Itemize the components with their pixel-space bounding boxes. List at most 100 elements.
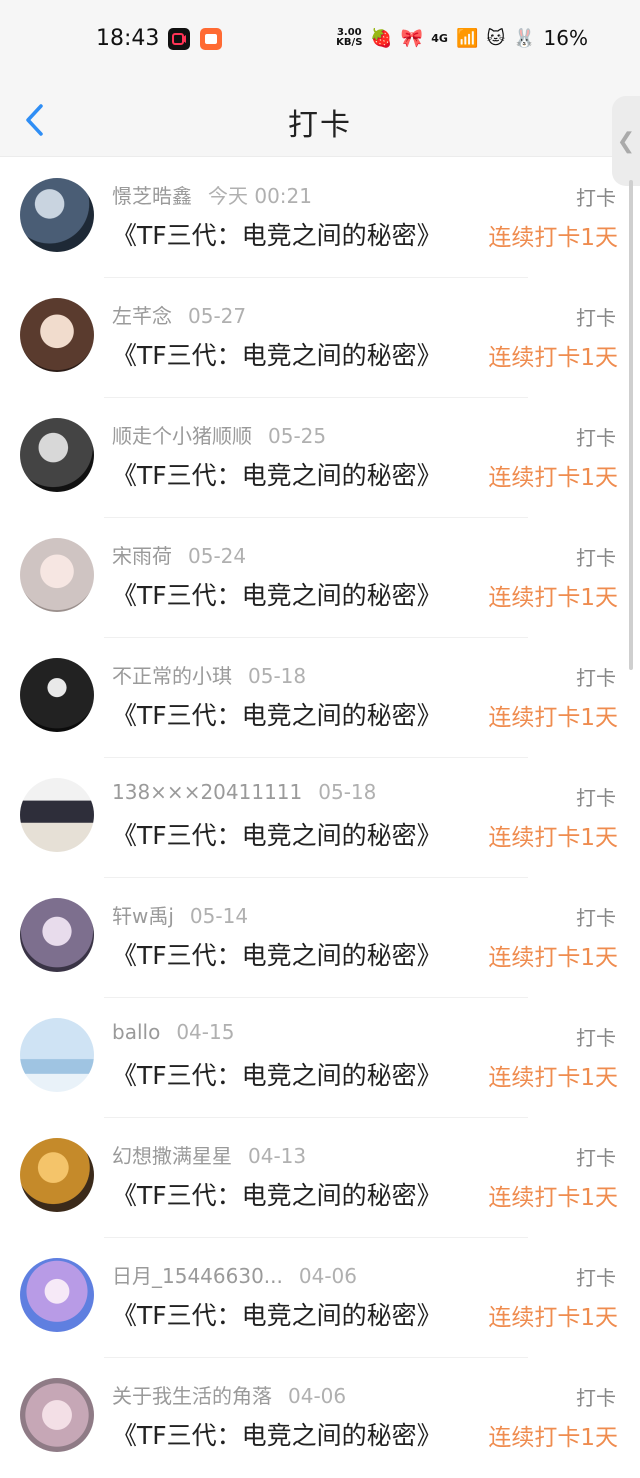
item-meta: ballo 04-15 (112, 1020, 234, 1044)
book-title[interactable]: 《TF三代：电竞之间的秘密》 (112, 336, 442, 372)
streak-label: 连续打卡1天 (488, 1185, 618, 1211)
streak-label: 连续打卡1天 (488, 465, 618, 491)
book-title[interactable]: 《TF三代：电竞之间的秘密》 (112, 456, 442, 492)
avatar[interactable] (20, 1138, 94, 1212)
checkin-date: 05-14 (189, 904, 249, 928)
checkin-tag: 打卡 (576, 1146, 616, 1170)
streak-label: 连续打卡1天 (488, 705, 618, 731)
checkin-date: 05-18 (248, 664, 307, 688)
item-meta: 宋雨荷 05-24 (112, 540, 246, 569)
streak-label: 连续打卡1天 (488, 945, 618, 971)
avatar[interactable] (20, 1018, 94, 1092)
item-meta: 138×××20411111 05-18 (112, 780, 376, 804)
signal-icon: 📶 (455, 27, 479, 49)
user-name[interactable]: 幻想撒满星星 (112, 1144, 232, 1168)
checkin-tag: 打卡 (576, 906, 616, 930)
user-name[interactable]: 轩w禹j (112, 904, 174, 928)
page-title: 打卡 (288, 108, 352, 143)
checkin-tag: 打卡 (576, 306, 616, 330)
book-title[interactable]: 《TF三代：电竞之间的秘密》 (112, 936, 442, 972)
list-item[interactable]: 关于我生活的角落 04-06 打卡 《TF三代：电竞之间的秘密》 连续打卡1天 (0, 1358, 640, 1478)
avatar[interactable] (20, 178, 94, 252)
user-name[interactable]: 憬芝晧鑫 (112, 184, 192, 208)
bow-icon: 🎀 (400, 27, 424, 49)
avatar[interactable] (20, 538, 94, 612)
list-item[interactable]: 138×××20411111 05-18 打卡 《TF三代：电竞之间的秘密》 连续… (0, 758, 640, 878)
book-title[interactable]: 《TF三代：电竞之间的秘密》 (112, 216, 442, 252)
book-title[interactable]: 《TF三代：电竞之间的秘密》 (112, 1056, 442, 1092)
streak-label: 连续打卡1天 (488, 825, 618, 851)
streak-label: 连续打卡1天 (488, 225, 618, 251)
user-name[interactable]: 138×××20411111 (112, 780, 302, 804)
checkin-date: 05-24 (188, 544, 247, 568)
book-title[interactable]: 《TF三代：电竞之间的秘密》 (112, 1416, 442, 1452)
battery-level: 16% (543, 26, 588, 50)
streak-label: 连续打卡1天 (488, 1305, 618, 1331)
list-item[interactable]: 幻想撒满星星 04-13 打卡 《TF三代：电竞之间的秘密》 连续打卡1天 (0, 1118, 640, 1238)
avatar[interactable] (20, 1378, 94, 1452)
checkin-tag: 打卡 (576, 1386, 616, 1410)
checkin-date: 05-25 (268, 424, 327, 448)
item-meta: 左芊念 05-27 (112, 300, 246, 329)
avatar[interactable] (20, 1258, 94, 1332)
list-item[interactable]: 日月_15446630... 04-06 打卡 《TF三代：电竞之间的秘密》 连续… (0, 1238, 640, 1358)
checkin-date: 04-06 (288, 1384, 347, 1408)
list-item[interactable]: 不正常的小琪 05-18 打卡 《TF三代：电竞之间的秘密》 连续打卡1天 (0, 638, 640, 758)
list-item[interactable]: 左芊念 05-27 打卡 《TF三代：电竞之间的秘密》 连续打卡1天 (0, 278, 640, 398)
checkin-date: 04-13 (248, 1144, 307, 1168)
checkin-tag: 打卡 (576, 1026, 616, 1050)
user-name[interactable]: 顺走个小猪顺顺 (112, 424, 252, 448)
user-name[interactable]: 关于我生活的角落 (112, 1384, 272, 1408)
network-speed-unit: KB/S (336, 37, 363, 48)
avatar[interactable] (20, 778, 94, 852)
avatar[interactable] (20, 898, 94, 972)
item-meta: 日月_15446630... 04-06 (112, 1260, 357, 1289)
user-name[interactable]: 左芊念 (112, 304, 172, 328)
rabbit-icon: 🐰 (513, 27, 536, 49)
cat-icon: 🐱 (486, 27, 506, 49)
video-app-icon (168, 28, 190, 50)
book-title[interactable]: 《TF三代：电竞之间的秘密》 (112, 816, 442, 852)
book-title[interactable]: 《TF三代：电竞之间的秘密》 (112, 576, 442, 612)
user-name[interactable]: 日月_15446630... (112, 1264, 283, 1288)
list-item[interactable]: ballo 04-15 打卡 《TF三代：电竞之间的秘密》 连续打卡1天 (0, 998, 640, 1118)
checkin-date: 04-15 (176, 1020, 235, 1044)
streak-label: 连续打卡1天 (488, 345, 618, 371)
list-item[interactable]: 顺走个小猪顺顺 05-25 打卡 《TF三代：电竞之间的秘密》 连续打卡1天 (0, 398, 640, 518)
item-meta: 不正常的小琪 05-18 (112, 660, 306, 689)
avatar[interactable] (20, 658, 94, 732)
item-meta: 幻想撒满星星 04-13 (112, 1140, 306, 1169)
chevron-left-icon: ❮ (616, 128, 636, 154)
item-meta: 轩w禹j 05-14 (112, 900, 248, 929)
checkin-tag: 打卡 (576, 426, 616, 450)
list-item[interactable]: 宋雨荷 05-24 打卡 《TF三代：电竞之间的秘密》 连续打卡1天 (0, 518, 640, 638)
avatar[interactable] (20, 298, 94, 372)
user-name[interactable]: 宋雨荷 (112, 544, 172, 568)
list-item[interactable]: 憬芝晧鑫 今天 00:21 打卡 《TF三代：电竞之间的秘密》 连续打卡1天 (0, 158, 640, 278)
checkin-tag: 打卡 (576, 666, 616, 690)
streak-label: 连续打卡1天 (488, 585, 618, 611)
list-item[interactable]: 轩w禹j 05-14 打卡 《TF三代：电竞之间的秘密》 连续打卡1天 (0, 878, 640, 998)
checkin-date: 今天 00:21 (208, 184, 312, 208)
item-meta: 憬芝晧鑫 今天 00:21 (112, 180, 312, 209)
avatar[interactable] (20, 418, 94, 492)
user-name[interactable]: 不正常的小琪 (112, 664, 232, 688)
shopping-app-icon (200, 28, 222, 50)
strawberry-icon: 🍓 (370, 27, 393, 49)
streak-label: 连续打卡1天 (488, 1065, 618, 1091)
header-bar: 打卡 (0, 80, 640, 157)
checkin-date: 04-06 (298, 1264, 357, 1288)
book-title[interactable]: 《TF三代：电竞之间的秘密》 (112, 1176, 442, 1212)
network-type: 4G (431, 31, 448, 45)
item-meta: 顺走个小猪顺顺 05-25 (112, 420, 326, 449)
book-title[interactable]: 《TF三代：电竞之间的秘密》 (112, 1296, 442, 1332)
checkin-tag: 打卡 (576, 786, 616, 810)
book-title[interactable]: 《TF三代：电竞之间的秘密》 (112, 696, 442, 732)
checkin-tag: 打卡 (576, 186, 616, 210)
checkin-date: 05-18 (318, 780, 377, 804)
status-bar: 18:43 3.00 KB/S 🍓 🎀 4G 📶 🐱 🐰 16% (0, 0, 640, 80)
user-name[interactable]: ballo (112, 1020, 160, 1044)
streak-label: 连续打卡1天 (488, 1425, 618, 1451)
network-speed: 3.00 KB/S (336, 28, 362, 48)
checkin-tag: 打卡 (576, 1266, 616, 1290)
